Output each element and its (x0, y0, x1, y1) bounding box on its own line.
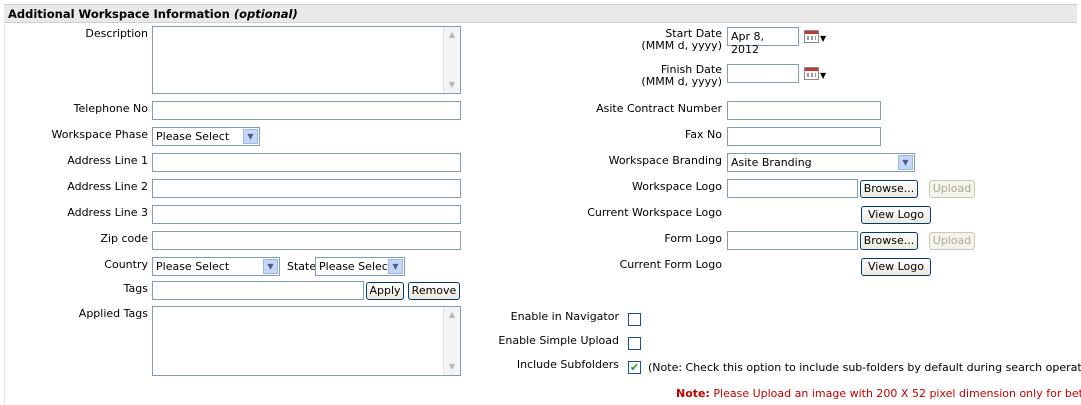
telephone-label: Telephone No (73, 102, 148, 115)
enable-navigator-label: Enable in Navigator (510, 310, 619, 323)
upload-note-text: Please Upload an image with 200 X 52 pix… (713, 387, 1081, 400)
chevron-down-icon[interactable]: ▼ (898, 155, 913, 170)
address-line1-label: Address Line 1 (67, 154, 148, 167)
finish-date-input[interactable] (727, 64, 799, 83)
state-value: Please Select (319, 260, 393, 273)
scroll-up-icon[interactable]: ▲ (445, 28, 459, 42)
chevron-down-icon[interactable]: ▼ (263, 259, 278, 274)
calendar-icon[interactable]: ▼ (803, 28, 831, 46)
description-textarea[interactable]: ▲ ▼ (152, 26, 461, 94)
enable-simple-upload-checkbox[interactable] (628, 337, 641, 350)
tags-input[interactable] (152, 281, 364, 300)
tags-label: Tags (123, 282, 148, 295)
address-line1-input[interactable] (152, 153, 461, 172)
country-select[interactable]: Please Select ▼ (152, 257, 280, 276)
workspace-logo-upload-button[interactable]: Upload (929, 180, 975, 198)
form-logo-file-input[interactable] (727, 231, 858, 250)
left-border (4, 23, 5, 405)
address-line2-input[interactable] (152, 179, 461, 198)
scroll-up-icon[interactable]: ▲ (445, 308, 459, 322)
workspace-branding-select[interactable]: Asite Branding ▼ (727, 153, 915, 172)
form-view-logo-button[interactable]: View Logo (861, 258, 931, 276)
address-line2-label: Address Line 2 (67, 180, 148, 193)
address-line3-label: Address Line 3 (67, 206, 148, 219)
include-subfolders-label: Include Subfolders (516, 358, 619, 371)
contract-number-label: Asite Contract Number (596, 102, 722, 115)
workspace-view-logo-button[interactable]: View Logo (861, 206, 931, 224)
chevron-down-icon[interactable]: ▼ (388, 259, 403, 274)
finish-date-hint: (MMM d, yyyy) (641, 75, 722, 88)
workspace-branding-value: Asite Branding (731, 156, 812, 169)
form-logo-browse-button[interactable]: Browse... (860, 232, 918, 250)
state-select[interactable]: Please Select ▼ (315, 257, 405, 276)
applied-tags-label: Applied Tags (78, 307, 148, 320)
applied-tags-list[interactable]: ▲ ▼ (152, 306, 461, 376)
current-workspace-logo-label: Current Workspace Logo (587, 206, 722, 219)
workspace-logo-browse-button[interactable]: Browse... (860, 180, 918, 198)
workspace-logo-file-input[interactable] (727, 179, 858, 198)
state-label: State (287, 260, 317, 273)
chevron-down-icon[interactable]: ▼ (243, 129, 258, 144)
workspace-logo-label: Workspace Logo (632, 180, 722, 193)
fax-label: Fax No (684, 128, 722, 141)
calendar-icon[interactable]: ▼ (803, 65, 831, 83)
section-header: Additional Workspace Information (option… (4, 4, 1077, 23)
scroll-down-icon[interactable]: ▼ (445, 78, 459, 92)
contract-number-input[interactable] (727, 101, 881, 120)
workspace-branding-label: Workspace Branding (608, 154, 722, 167)
country-label: Country (104, 258, 148, 271)
upload-note: Note: Please Upload an image with 200 X … (676, 387, 1081, 400)
form-logo-label: Form Logo (664, 232, 722, 245)
workspace-phase-select[interactable]: Please Select ▼ (152, 127, 260, 146)
remove-button[interactable]: Remove (408, 282, 460, 300)
section-title: Additional Workspace Information (option… (8, 7, 298, 21)
apply-button[interactable]: Apply (366, 282, 404, 300)
address-line3-input[interactable] (152, 205, 461, 224)
fax-input[interactable] (727, 127, 881, 146)
telephone-input[interactable] (152, 101, 461, 120)
country-value: Please Select (156, 260, 230, 273)
form-logo-upload-button[interactable]: Upload (929, 232, 975, 250)
description-scrollbar[interactable]: ▲ ▼ (443, 27, 460, 93)
checkmark-icon: ✔ (629, 361, 640, 374)
zip-code-label: Zip code (100, 232, 148, 245)
current-form-logo-label: Current Form Logo (619, 258, 722, 271)
description-label: Description (85, 27, 148, 40)
include-subfolders-checkbox[interactable]: ✔ (628, 361, 641, 374)
enable-navigator-checkbox[interactable] (628, 313, 641, 326)
start-date-hint: (MMM d, yyyy) (641, 39, 722, 52)
zip-code-input[interactable] (152, 231, 461, 250)
include-subfolders-note: (Note: Check this option to include sub-… (648, 361, 1081, 374)
workspace-phase-label: Workspace Phase (51, 128, 148, 141)
upload-note-prefix: Note: (676, 387, 710, 400)
workspace-phase-value: Please Select (156, 130, 230, 143)
applied-tags-scrollbar[interactable]: ▲ ▼ (443, 307, 460, 375)
scroll-down-icon[interactable]: ▼ (445, 360, 459, 374)
start-date-input[interactable]: Apr 8, 2012 (727, 27, 799, 56)
enable-simple-upload-label: Enable Simple Upload (498, 334, 619, 347)
